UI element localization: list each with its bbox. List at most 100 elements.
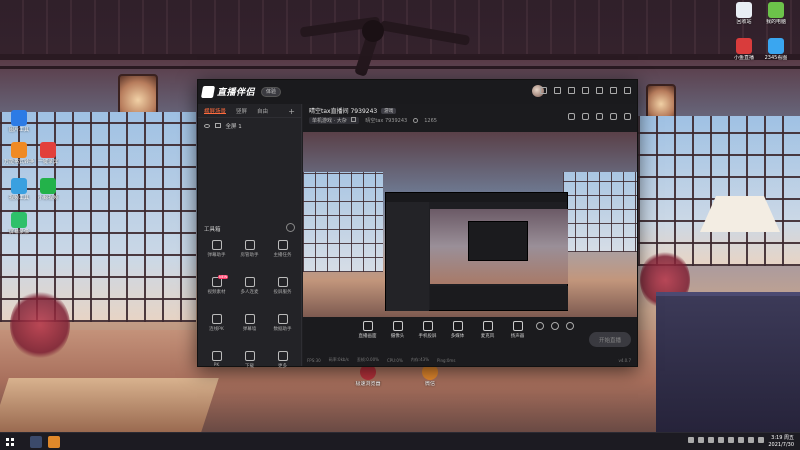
gift-icon[interactable] xyxy=(568,113,575,120)
tool-video-material[interactable]: 视频素材 NEW xyxy=(200,275,233,305)
version-badge[interactable]: 体验 xyxy=(261,86,282,97)
minimize-icon[interactable] xyxy=(596,87,603,94)
whale-video-icon xyxy=(40,178,56,194)
tool-download[interactable]: 下载 xyxy=(233,349,266,379)
tool-admin[interactable]: 房管助手 xyxy=(233,238,266,268)
tool-label: 房管助手 xyxy=(240,253,259,258)
source-controls: 直播画面 摄像头 手机投屏 多媒体 麦克风 扬声器 xyxy=(303,319,637,349)
speaker-button[interactable]: 扬声器 xyxy=(505,319,530,339)
tool-multi-mic[interactable]: 多人连麦 xyxy=(233,275,266,305)
desktop-icon[interactable]: 2345看图 xyxy=(758,38,794,62)
desktop-icon[interactable]: 回收站 xyxy=(726,2,762,26)
timer-icon[interactable] xyxy=(550,319,560,330)
share-icon[interactable] xyxy=(624,113,631,120)
nested-preview-window xyxy=(385,192,568,311)
version-label: v4.0.7 xyxy=(618,357,631,363)
network-icon[interactable] xyxy=(738,437,744,443)
screen-icon xyxy=(362,321,373,331)
desktop-icon[interactable]: 小鲸视频 xyxy=(30,178,66,202)
control-label: 麦克风 xyxy=(480,334,495,339)
tool-more[interactable]: 更多 xyxy=(266,349,299,379)
volume-icon[interactable] xyxy=(748,437,754,443)
tool-danmu[interactable]: 弹幕助手 xyxy=(200,238,233,268)
room-tag[interactable]: 游戏 xyxy=(381,107,397,114)
window-controls xyxy=(540,87,631,94)
titlebar: 直播伴侣 体验 xyxy=(198,80,637,104)
shop-icon[interactable] xyxy=(596,113,603,120)
phone-cast-button[interactable]: 手机投屏 xyxy=(415,319,440,339)
category-selector[interactable]: 单机游戏 · 大杂 xyxy=(309,117,360,124)
tray-icon[interactable] xyxy=(708,437,714,443)
maximize-icon[interactable] xyxy=(610,87,617,94)
recycle-bin-icon xyxy=(736,2,752,18)
scene-item[interactable]: 全屏 1 xyxy=(204,122,242,130)
stat-item: 内存:43% xyxy=(410,357,430,362)
screen-button[interactable]: 直播画面 xyxy=(355,319,380,339)
more-icon xyxy=(277,351,288,361)
camera-button[interactable]: 摄像头 xyxy=(385,319,410,339)
mail-icon[interactable] xyxy=(540,87,547,94)
tray-icon[interactable] xyxy=(718,437,724,443)
live-preview[interactable] xyxy=(303,132,637,317)
edit-icon[interactable] xyxy=(351,117,357,122)
stat-item: 丢帧:0.00% xyxy=(356,357,379,362)
main-toolbar xyxy=(568,113,631,120)
tool-task[interactable]: 主播任务 xyxy=(266,238,299,268)
add-scene-button[interactable]: + xyxy=(288,107,295,116)
taskbar-app-icon[interactable] xyxy=(48,436,60,448)
tool-label: 投屏服务 xyxy=(273,290,292,295)
tool-label: 下载 xyxy=(245,364,254,369)
desktop-icon[interactable]: 一键录屏 xyxy=(30,142,66,166)
clock[interactable]: 3:19 周五 2021/7/30 xyxy=(768,435,794,449)
image-viewer-icon xyxy=(768,38,784,54)
desktop-icon[interactable]: 屏幕录像 xyxy=(1,212,37,236)
tool-data[interactable]: 数据助手 xyxy=(266,312,299,342)
settings-icon[interactable] xyxy=(554,87,561,94)
system-tray xyxy=(688,437,764,443)
menu-icon[interactable] xyxy=(582,87,589,94)
tool-cast[interactable]: 投屏服务 xyxy=(266,275,299,305)
tool-label: 连线PK xyxy=(209,327,224,332)
danmu-wall-icon xyxy=(244,314,255,324)
screen-record-icon xyxy=(40,142,56,158)
taskbar-app-icon[interactable] xyxy=(30,436,42,448)
tool-pk2[interactable]: PK xyxy=(200,349,233,379)
tab-free[interactable]: 自由 xyxy=(257,107,268,115)
tool-danmu-wall[interactable]: 弹幕墙 xyxy=(233,312,266,342)
tool-label: 弹幕墙 xyxy=(242,327,257,332)
bell-icon[interactable] xyxy=(610,113,617,120)
tray-icon[interactable] xyxy=(698,437,704,443)
pk-icon xyxy=(211,314,222,324)
record-icon[interactable] xyxy=(535,319,545,330)
danmu-icon xyxy=(211,240,222,250)
eye-icon[interactable] xyxy=(204,124,210,128)
media-button[interactable]: 多媒体 xyxy=(445,319,470,339)
windows-start-icon[interactable] xyxy=(6,438,14,446)
tea-table xyxy=(0,378,219,432)
skin-icon[interactable] xyxy=(568,87,575,94)
room-title: 晴空tax直播间 7939243 xyxy=(309,108,378,115)
desktop-icon[interactable]: 图片工具 xyxy=(1,110,37,134)
ime-icon[interactable] xyxy=(758,437,764,443)
monitor-icon xyxy=(214,123,221,128)
desktop-icon[interactable]: 微信 xyxy=(412,364,448,388)
desktop-icon[interactable]: 我的电脑 xyxy=(758,2,794,26)
chat-icon[interactable] xyxy=(582,113,589,120)
desktop-icon[interactable]: 小鱼直播 xyxy=(726,38,762,62)
toolbox-more-icon[interactable] xyxy=(286,223,295,232)
tray-icon[interactable] xyxy=(688,437,694,443)
mic-button[interactable]: 麦克风 xyxy=(475,319,500,339)
close-icon[interactable] xyxy=(624,87,631,94)
toolbox-grid: 弹幕助手 房管助手 主播任务视频素材 NEW 多人连麦 投屏服务连线PK 弹幕墙 数据助手 PK… xyxy=(200,238,300,379)
tab-landscape[interactable]: 横屏场景 xyxy=(204,107,227,115)
start-live-button[interactable]: 开始直播 xyxy=(589,332,631,347)
tray-icon[interactable] xyxy=(728,437,734,443)
stat-item: CPU:0% xyxy=(386,357,403,363)
tool-label: PK xyxy=(213,363,220,368)
control-label: 手机投屏 xyxy=(418,334,437,339)
tab-portrait[interactable]: 竖屏 xyxy=(236,107,247,115)
desktop-icon[interactable]: 极速浏览器 xyxy=(350,364,386,388)
settings-gear-icon[interactable] xyxy=(565,319,575,330)
tool-pk[interactable]: 连线PK xyxy=(200,312,233,342)
tool-label: 更多 xyxy=(278,364,287,369)
